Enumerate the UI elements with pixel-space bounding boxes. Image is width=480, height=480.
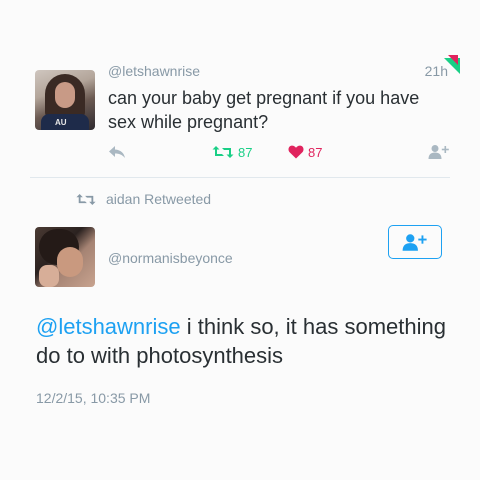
tweet-handle[interactable]: @letshawnrise <box>108 63 200 79</box>
retweet-context[interactable]: aidan Retweeted <box>76 190 211 208</box>
retweet-icon <box>76 193 96 205</box>
retweet-button[interactable]: 87 <box>212 140 252 164</box>
tweet-actions: 87 87 <box>0 140 480 164</box>
add-user-icon <box>428 145 449 159</box>
tweet-text: can your baby get pregnant if you have s… <box>108 88 420 132</box>
divider <box>30 177 450 178</box>
tweet-handle[interactable]: @normanisbeyonce <box>108 250 233 266</box>
follow-small-button[interactable] <box>428 140 450 164</box>
follow-button[interactable] <box>388 225 442 259</box>
reply-button[interactable] <box>108 140 126 164</box>
heart-icon <box>288 145 304 159</box>
like-count: 87 <box>308 144 323 160</box>
retweet-icon <box>212 146 234 158</box>
reply-icon <box>109 146 125 158</box>
quoted-tweet: AU @letshawnrise 21h can your baby get p… <box>0 0 480 180</box>
avatar-shirt-text: AU <box>55 118 67 127</box>
corner-flag-accent-icon <box>448 55 458 65</box>
mention-link[interactable]: @letshawnrise <box>36 314 181 339</box>
retweet-context-label: aidan Retweeted <box>106 191 212 207</box>
like-button[interactable]: 87 <box>288 140 322 164</box>
tweet-text: @letshawnrise i think so, it has somethi… <box>36 312 446 370</box>
avatar[interactable] <box>35 227 95 287</box>
add-user-icon <box>402 233 427 251</box>
retweet-count: 87 <box>238 144 253 160</box>
avatar[interactable]: AU <box>35 70 95 130</box>
tweet-date: 12/2/15, 10:35 PM <box>36 390 151 406</box>
